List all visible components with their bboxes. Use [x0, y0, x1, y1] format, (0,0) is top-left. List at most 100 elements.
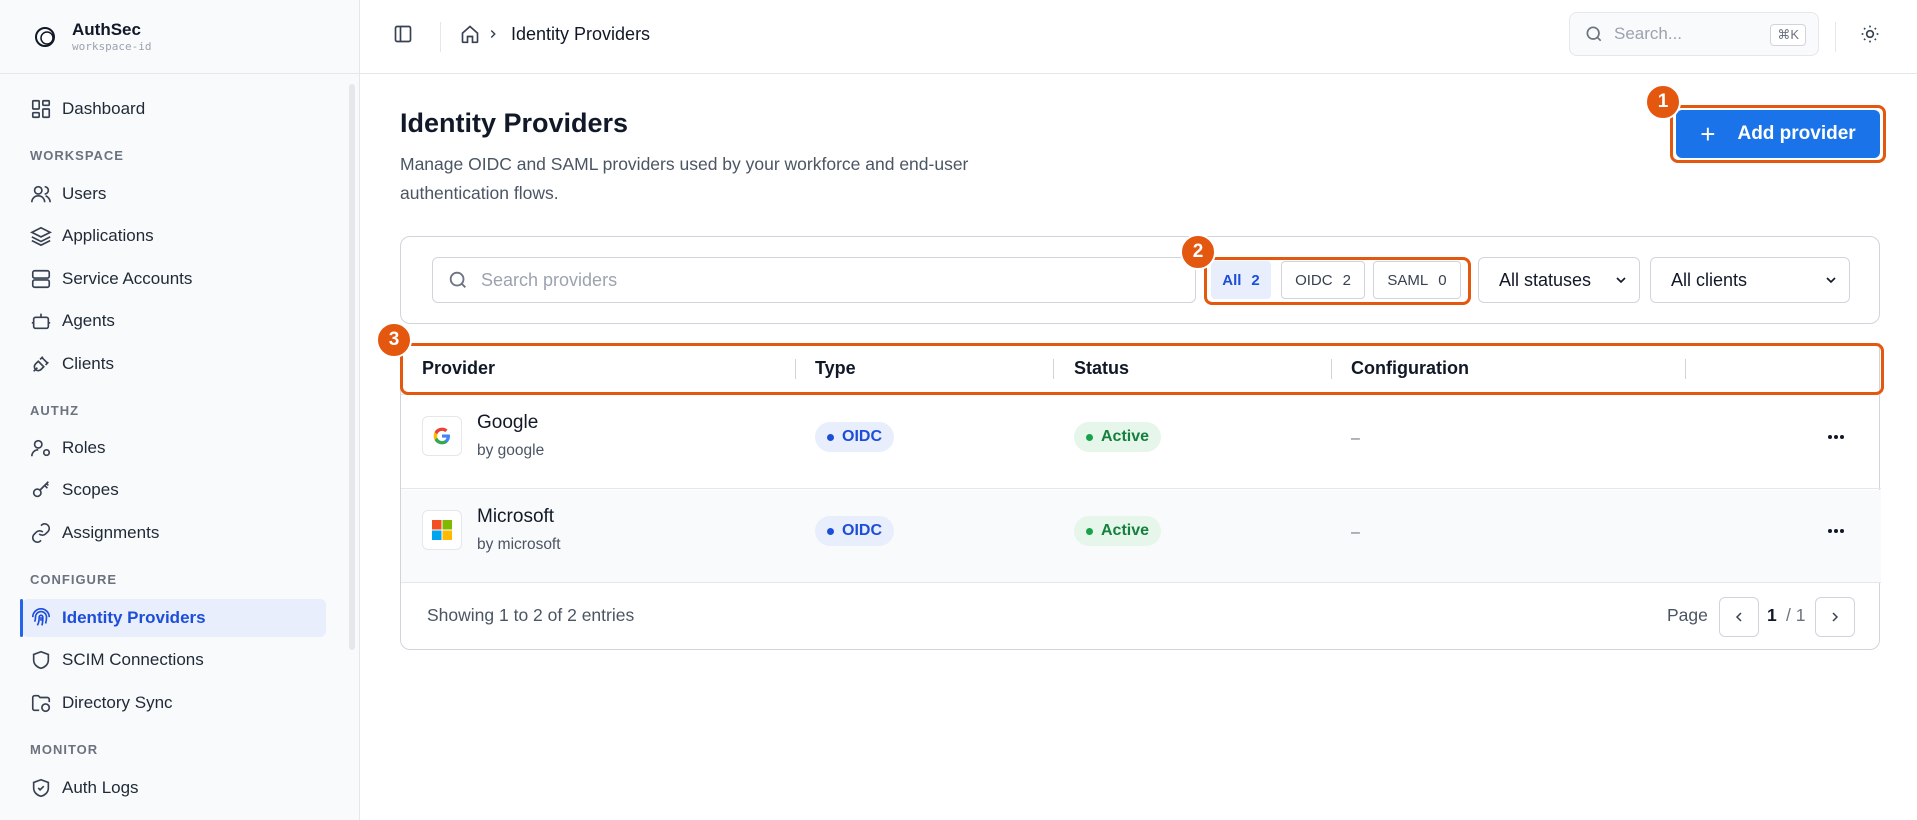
- google-logo-icon: [422, 416, 462, 456]
- sidebar-toggle-button[interactable]: [388, 19, 418, 49]
- sidebar-item-service-accounts[interactable]: Service Accounts: [22, 260, 326, 298]
- bot-icon: [31, 313, 51, 330]
- chevron-down-icon: [1616, 277, 1626, 284]
- status-select[interactable]: All statuses: [1478, 257, 1640, 303]
- total-pages: / 1: [1786, 605, 1806, 625]
- type-badge-label: OIDC: [842, 428, 882, 445]
- sidebar-item-roles[interactable]: Roles: [22, 429, 326, 467]
- column-type[interactable]: Type: [815, 358, 856, 379]
- provider-vendor: by microsoft: [477, 536, 561, 553]
- column-divider: [1053, 359, 1054, 379]
- column-status[interactable]: Status: [1074, 358, 1129, 379]
- segment-count: 2: [1342, 271, 1351, 289]
- column-provider[interactable]: Provider: [422, 358, 495, 379]
- section-authz: AUTHZ: [30, 403, 80, 418]
- configuration-value: –: [1351, 430, 1360, 447]
- brand-name: AuthSec: [72, 19, 141, 39]
- segment-label: OIDC: [1295, 271, 1333, 289]
- add-provider-label: Add provider: [1737, 123, 1856, 144]
- badge-dot: [1086, 433, 1093, 441]
- sidebar-item-label: Agents: [62, 311, 115, 330]
- sun-icon: [1861, 25, 1879, 43]
- sidebar-item-dashboard[interactable]: Dashboard: [22, 90, 326, 128]
- prev-page-button[interactable]: [1719, 597, 1759, 637]
- more-horizontal-icon: [1828, 435, 1844, 439]
- sidebar-item-label: Scopes: [62, 480, 119, 499]
- workspace-id: workspace-id: [72, 39, 152, 53]
- chevron-right-icon: [1832, 612, 1839, 622]
- sidebar-item-label: Service Accounts: [62, 269, 193, 288]
- sidebar-item-label: Directory Sync: [62, 693, 173, 712]
- home-link[interactable]: [455, 19, 485, 49]
- sidebar-item-identity-providers[interactable]: Identity Providers: [20, 599, 326, 637]
- provider-vendor: by google: [477, 442, 545, 459]
- dashboard-icon: [31, 99, 51, 119]
- filter-segment-oidc[interactable]: OIDC 2: [1281, 261, 1365, 299]
- key-icon: [32, 481, 49, 498]
- status-badge-label: Active: [1101, 522, 1150, 539]
- topbar-divider: [440, 22, 441, 52]
- table-header: Provider Type Status Configuration: [401, 343, 1881, 395]
- more-horizontal-icon: [1828, 529, 1844, 533]
- filter-segment-saml[interactable]: SAML 0: [1373, 261, 1461, 299]
- provider-search-input[interactable]: Search providers: [432, 257, 1196, 303]
- sidebar-item-scopes[interactable]: Scopes: [22, 471, 326, 509]
- row-actions-button[interactable]: [1821, 423, 1851, 451]
- client-select[interactable]: All clients: [1650, 257, 1850, 303]
- entries-summary: Showing 1 to 2 of 2 entries: [427, 605, 635, 625]
- column-configuration[interactable]: Configuration: [1351, 358, 1469, 379]
- sidebar-item-label: Users: [62, 184, 107, 203]
- search-icon: [449, 271, 466, 288]
- client-select-value: All clients: [1671, 269, 1748, 290]
- provider-search-placeholder: Search providers: [481, 269, 618, 290]
- add-provider-button[interactable]: + Add provider: [1676, 110, 1880, 158]
- breadcrumb-current: Identity Providers: [511, 24, 651, 44]
- page-title: Identity Providers: [400, 108, 629, 138]
- table-row[interactable]: Google by google OIDC Active –: [401, 396, 1881, 489]
- sidebar-item-label: Auth Logs: [62, 778, 139, 797]
- current-page: 1: [1767, 605, 1777, 625]
- global-search-input[interactable]: Search... ⌘K: [1569, 12, 1819, 56]
- status-select-value: All statuses: [1499, 269, 1592, 290]
- annotation-marker-1: 1: [1645, 84, 1681, 120]
- sidebar-item-applications[interactable]: Applications: [22, 217, 326, 255]
- table-row[interactable]: Microsoft by microsoft OIDC Active –: [401, 490, 1881, 583]
- chevron-right-icon: [490, 29, 496, 39]
- sidebar-item-label: Applications: [62, 226, 154, 245]
- google-icon: [433, 427, 450, 445]
- sidebar-scrollbar-thumb[interactable]: [349, 84, 355, 650]
- users-icon: [31, 185, 51, 203]
- column-divider: [1685, 359, 1686, 379]
- brand[interactable]: AuthSec workspace-id: [0, 0, 359, 74]
- table-footer: Showing 1 to 2 of 2 entries Page 1 / 1: [401, 583, 1881, 650]
- authsec-logo-icon: [35, 26, 55, 47]
- shield-icon: [32, 650, 50, 670]
- status-badge-label: Active: [1101, 428, 1150, 445]
- sidebar-item-agents[interactable]: Agents: [22, 302, 326, 340]
- theme-toggle-button[interactable]: [1855, 19, 1885, 49]
- sidebar-item-clients[interactable]: Clients: [22, 345, 326, 383]
- chevron-left-icon: [1735, 612, 1742, 622]
- sidebar-item-scim-connections[interactable]: SCIM Connections: [22, 641, 326, 679]
- provider-name[interactable]: Google: [477, 412, 538, 434]
- microsoft-icon: [432, 520, 452, 540]
- sidebar-item-directory-sync[interactable]: Directory Sync: [22, 684, 326, 722]
- sidebar-item-label: Assignments: [62, 523, 160, 542]
- row-actions-button[interactable]: [1821, 517, 1851, 545]
- next-page-button[interactable]: [1815, 597, 1855, 637]
- sidebar-item-label: Roles: [62, 438, 106, 457]
- link-icon: [31, 523, 51, 543]
- sidebar: AuthSec workspace-id Dashboard WORKSPACE…: [0, 0, 360, 820]
- chevron-down-icon: [1826, 277, 1836, 284]
- home-icon: [461, 25, 479, 44]
- filter-segment-all[interactable]: All 2: [1211, 261, 1271, 299]
- topbar: Identity Providers Search... ⌘K: [360, 0, 1917, 74]
- topbar-divider: [1835, 22, 1836, 52]
- sidebar-item-label: Dashboard: [62, 99, 146, 118]
- provider-name[interactable]: Microsoft: [477, 506, 554, 528]
- sidebar-item-auth-logs[interactable]: Auth Logs: [22, 769, 326, 807]
- configuration-value: –: [1351, 524, 1360, 541]
- sidebar-item-users[interactable]: Users: [22, 175, 326, 213]
- type-badge: OIDC: [815, 516, 894, 546]
- sidebar-item-assignments[interactable]: Assignments: [22, 514, 326, 552]
